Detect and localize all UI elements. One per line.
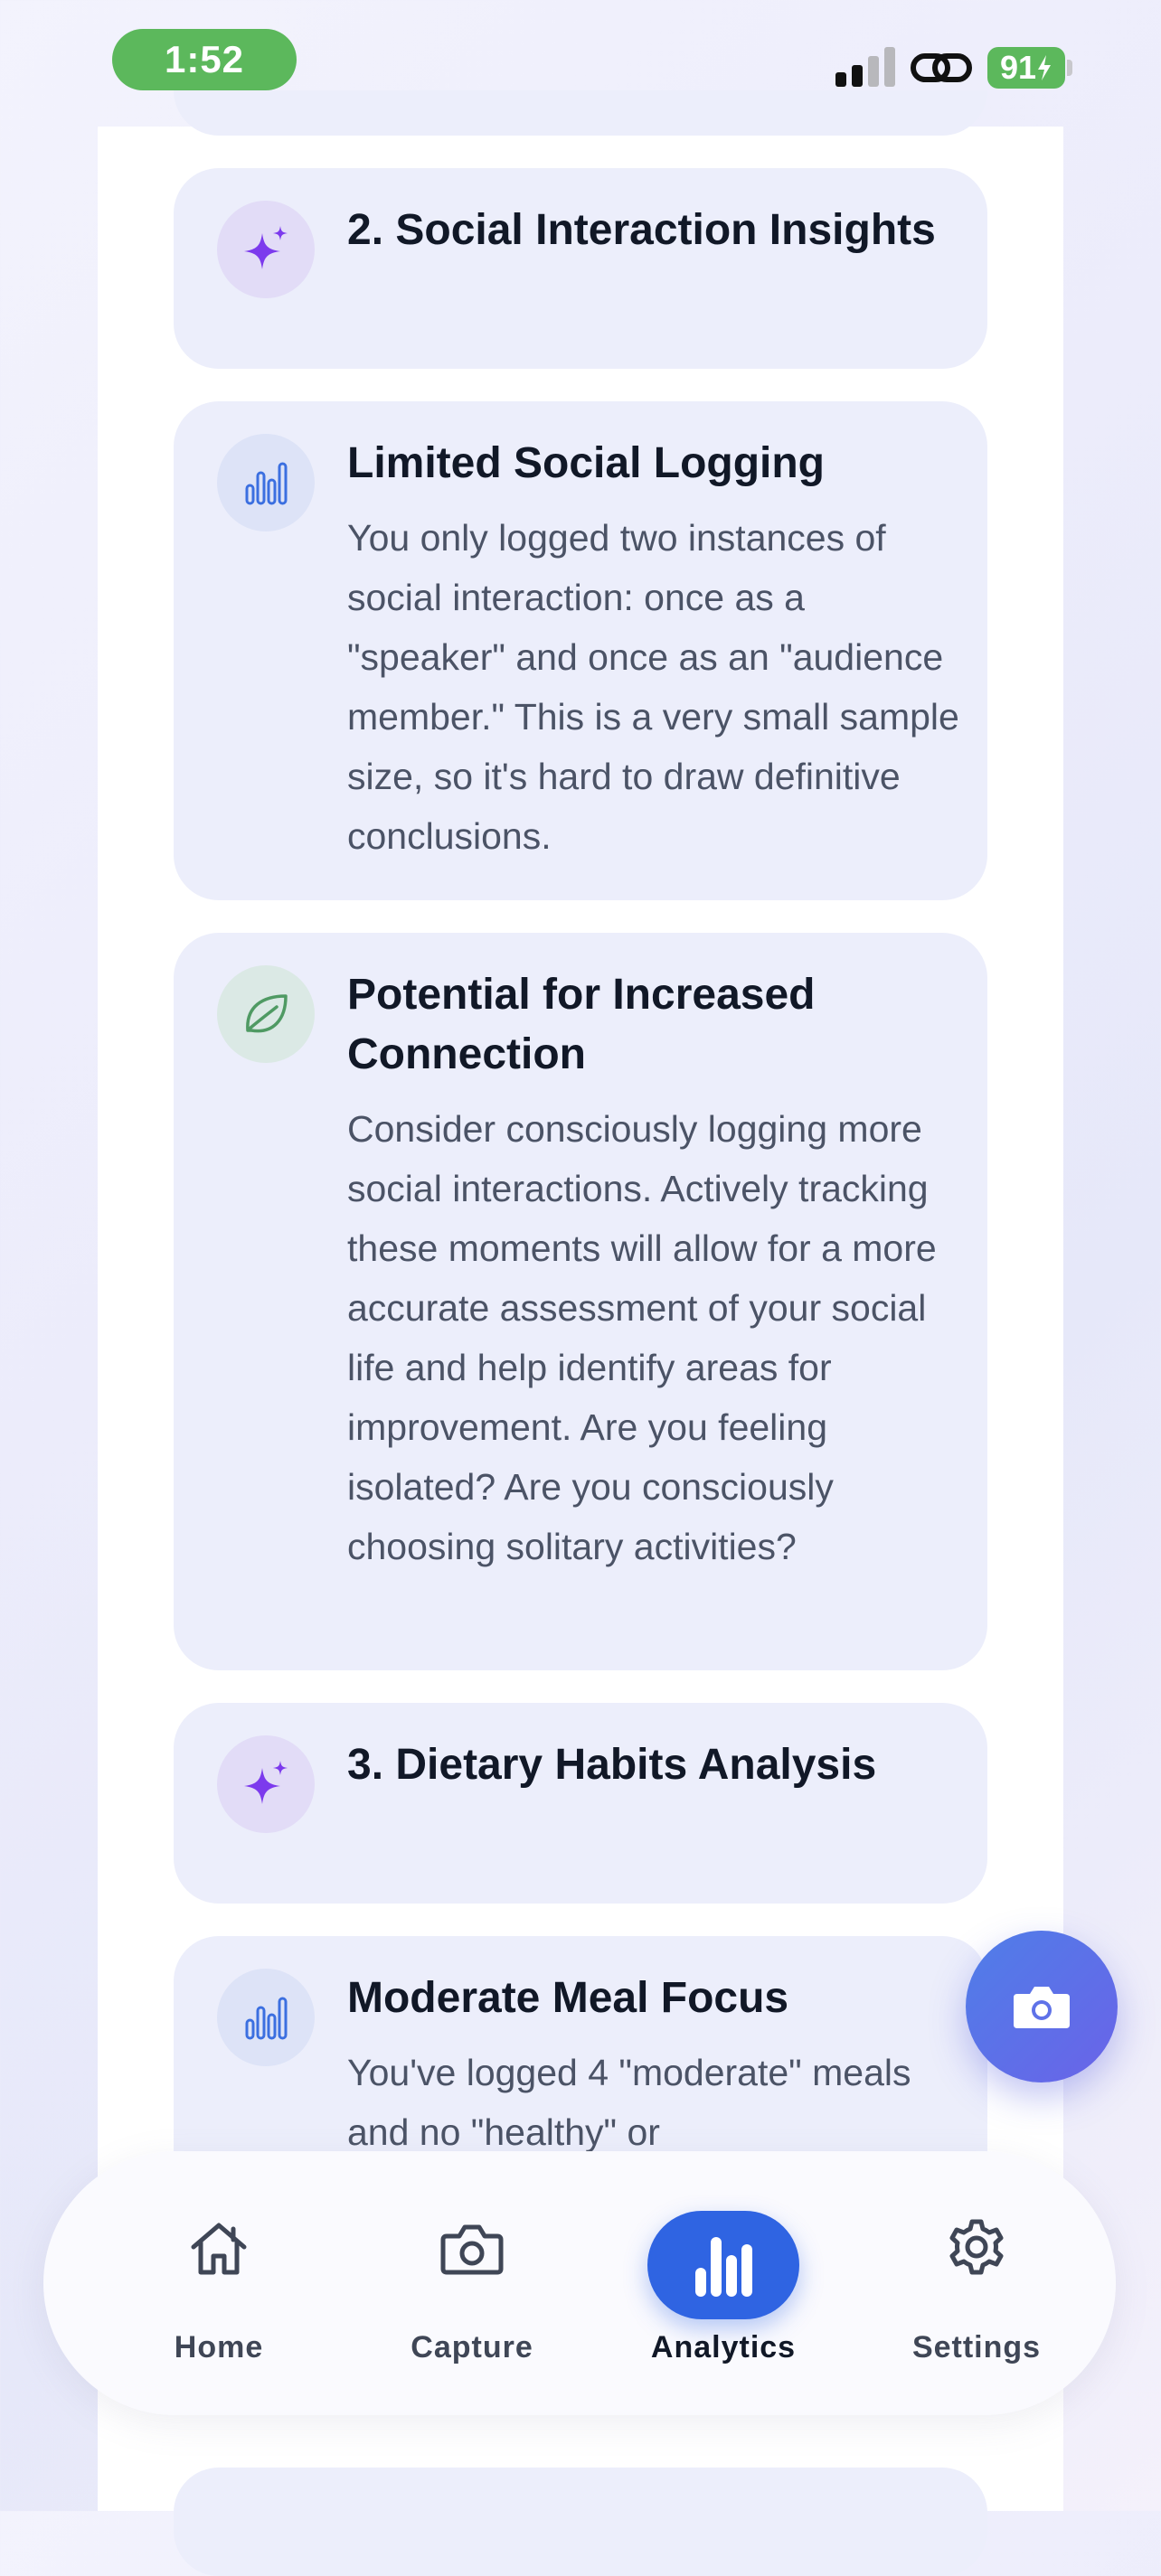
battery-nub	[1067, 60, 1072, 76]
cellular-signal-icon	[835, 47, 895, 87]
card-title: Potential for Increased Connection	[347, 971, 816, 1078]
status-time: 1:52	[112, 29, 297, 90]
nav-item-analytics[interactable]: Analytics	[615, 2151, 832, 2415]
battery-indicator: 91	[987, 47, 1065, 89]
insight-card-section-social: 2. Social Interaction Insights	[174, 168, 987, 369]
card-title: 3. Dietary Habits Analysis	[347, 1741, 877, 1789]
camera-fab-button[interactable]	[966, 1931, 1118, 2082]
nav-label-settings: Settings	[911, 2330, 1042, 2364]
camera-icon	[1014, 1987, 1070, 2028]
insight-card-partial	[174, 2468, 987, 2576]
status-bar: 1:52 91	[0, 0, 1161, 127]
nav-label-capture: Capture	[411, 2330, 533, 2364]
card-body: Consider consciously logging more social…	[347, 1108, 937, 1567]
bar-chart-icon	[217, 434, 315, 531]
link-icon	[911, 53, 972, 82]
nav-label-home: Home	[174, 2330, 264, 2364]
nav-item-home[interactable]: Home	[110, 2151, 327, 2415]
card-body: You only logged two instances of social …	[347, 517, 959, 857]
home-icon	[181, 2211, 257, 2287]
nav-label-analytics: Analytics	[650, 2330, 797, 2364]
card-body: You've logged 4 "moderate" meals and no …	[347, 2052, 911, 2153]
bar-chart-icon	[647, 2211, 799, 2319]
gear-icon	[939, 2211, 1015, 2287]
sparkles-icon	[217, 1735, 315, 1833]
nav-item-settings[interactable]: Settings	[868, 2151, 1085, 2415]
bar-chart-icon	[217, 1969, 315, 2066]
sparkles-icon	[217, 201, 315, 298]
card-title: Moderate Meal Focus	[347, 1974, 789, 2022]
leaf-icon	[217, 965, 315, 1063]
insight-card-increased-connection: Potential for Increased Connection Consi…	[174, 933, 987, 1670]
card-title: 2. Social Interaction Insights	[347, 206, 936, 254]
card-title: Limited Social Logging	[347, 439, 825, 487]
camera-icon	[434, 2211, 510, 2287]
bottom-navigation: Home Capture Analytics Settings	[43, 2151, 1116, 2415]
charging-bolt-icon	[1038, 55, 1052, 80]
nav-item-capture[interactable]: Capture	[363, 2151, 580, 2415]
insight-card-section-dietary: 3. Dietary Habits Analysis	[174, 1703, 987, 1904]
battery-level: 91	[999, 49, 1037, 86]
insight-card-limited-social-logging: Limited Social Logging You only logged t…	[174, 401, 987, 900]
